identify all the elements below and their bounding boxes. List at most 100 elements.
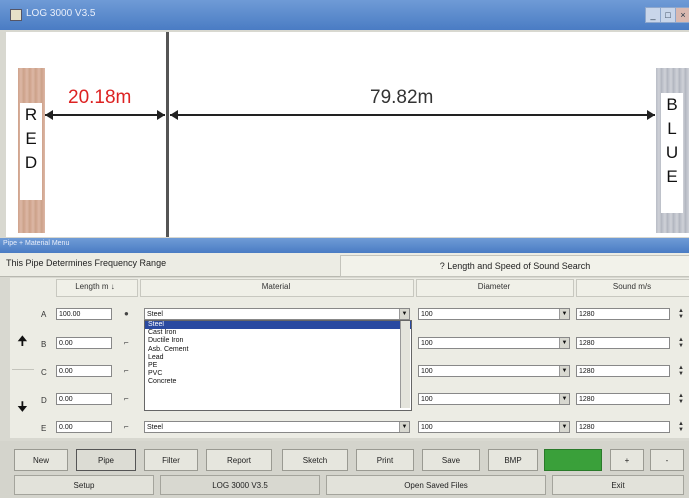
diameter-value: 100 (421, 396, 433, 403)
material-option[interactable]: Concrete (145, 378, 411, 386)
spinner-icon[interactable]: ▲ ▼ (677, 365, 685, 377)
pipe-button[interactable]: Pipe (76, 449, 136, 471)
arrow-left-icon (170, 110, 178, 120)
diameter-value: 100 (421, 424, 433, 431)
length-input-a[interactable]: 100.00 (56, 308, 112, 320)
blue-letter: U (665, 143, 679, 162)
material-select-a[interactable]: Steel ▼ (144, 308, 410, 320)
left-dimension-line (45, 114, 165, 116)
right-distance: 79.82m (370, 87, 434, 108)
material-option[interactable]: Cast Iron (145, 329, 411, 337)
left-distance: 20.18m (68, 87, 132, 108)
length-input-b[interactable]: 0.00 (56, 337, 112, 349)
sound-input-a[interactable]: 1280 (576, 308, 670, 320)
sound-input-d[interactable]: 1280 (576, 393, 670, 405)
diameter-select-c[interactable]: 100 ▼ (418, 365, 570, 377)
material-option[interactable]: PVC (145, 370, 411, 378)
chevron-down-icon[interactable]: ▼ (559, 394, 569, 404)
panel-title: Pipe + Material Menu (3, 240, 70, 247)
close-icon[interactable]: × (675, 7, 689, 23)
material-option[interactable]: PE (145, 362, 411, 370)
row-label: C (41, 368, 47, 377)
divider (12, 369, 34, 370)
material-option[interactable]: Lead (145, 354, 411, 362)
material-dropdown-list[interactable]: Steel Cast Iron Ductile Iron Asb. Cement… (144, 320, 412, 411)
top-window-titlebar (0, 0, 689, 30)
length-input-c[interactable]: 0.00 (56, 365, 112, 377)
run-button[interactable]: Run (544, 449, 602, 471)
leak-position-marker[interactable] (166, 32, 169, 237)
length-input-e[interactable]: 0.00 (56, 421, 112, 433)
arrow-right-icon (647, 110, 655, 120)
open-saved-files-button[interactable]: Open Saved Files (326, 475, 546, 495)
material-option[interactable]: Steel (145, 321, 411, 330)
arrow-up-icon[interactable]: 🠉 (17, 332, 28, 354)
setup-button[interactable]: Setup (14, 475, 154, 495)
row-label: B (41, 340, 47, 349)
window-title: LOG 3000 V3.5 (26, 8, 96, 19)
blue-letter: B (666, 95, 678, 114)
length-speed-search-button[interactable]: ? Length and Speed of Sound Search (340, 255, 689, 277)
spinner-icon[interactable]: ▲ ▼ (677, 393, 685, 405)
header-diameter: Diameter (477, 282, 511, 291)
blue-letter: L (667, 119, 677, 138)
header-sound: Sound m/s (612, 282, 652, 291)
row-label: D (41, 396, 47, 405)
blue-label: B L U E (661, 93, 683, 213)
save-button[interactable]: Save (422, 449, 480, 471)
row-a-radio[interactable]: ● (124, 309, 129, 318)
diameter-select-b[interactable]: 100 ▼ (418, 337, 570, 349)
diameter-value: 100 (421, 368, 433, 375)
correlation-canvas (6, 32, 689, 237)
row-c-radio[interactable]: ⌐ (124, 366, 129, 375)
chevron-down-icon[interactable]: ▼ (559, 422, 569, 432)
chevron-down-icon[interactable]: ▼ (399, 422, 409, 432)
sound-input-e[interactable]: 1280 (576, 421, 670, 433)
material-option[interactable]: Asb. Cement (145, 346, 411, 354)
bmp-button[interactable]: BMP (488, 449, 538, 471)
spinner-icon[interactable]: ▲ ▼ (677, 308, 685, 320)
print-button[interactable]: Print (356, 449, 414, 471)
diameter-select-e[interactable]: 100 ▼ (418, 421, 570, 433)
report-button[interactable]: Report (206, 449, 272, 471)
spinner-icon[interactable]: ▲ ▼ (677, 421, 685, 433)
chevron-down-icon[interactable]: ▼ (399, 309, 409, 319)
panel-titlebar (0, 238, 689, 253)
row-b-radio[interactable]: ⌐ (124, 338, 129, 347)
chevron-down-icon[interactable]: ▼ (559, 309, 569, 319)
diameter-value: 100 (421, 340, 433, 347)
diameter-select-d[interactable]: 100 ▼ (418, 393, 570, 405)
minimize-icon[interactable]: _ (645, 7, 661, 23)
maximize-icon[interactable]: □ (660, 7, 676, 23)
sound-input-c[interactable]: 1280 (576, 365, 670, 377)
row-label: A (41, 310, 47, 319)
chevron-down-icon[interactable]: ▼ (559, 338, 569, 348)
zoom-in-button[interactable]: + (610, 449, 644, 471)
material-value: Steel (147, 424, 163, 431)
length-input-d[interactable]: 0.00 (56, 393, 112, 405)
row-e-radio[interactable]: ⌐ (124, 422, 129, 431)
material-value: Steel (147, 311, 163, 318)
sketch-button[interactable]: Sketch (282, 449, 348, 471)
filter-button[interactable]: Filter (144, 449, 198, 471)
material-option[interactable]: Ductile Iron (145, 337, 411, 345)
chevron-down-icon[interactable]: ▼ (559, 366, 569, 376)
diameter-value: 100 (421, 311, 433, 318)
spinner-icon[interactable]: ▲ ▼ (677, 337, 685, 349)
sound-input-b[interactable]: 1280 (576, 337, 670, 349)
exit-button[interactable]: Exit (552, 475, 684, 495)
material-list-scrollbar[interactable] (400, 321, 410, 408)
new-button[interactable]: New (14, 449, 68, 471)
blue-letter: E (666, 167, 678, 186)
red-letter: D (24, 153, 38, 172)
red-letter: R (24, 105, 38, 124)
header-length: Length m ↓ (75, 282, 115, 291)
zoom-out-button[interactable]: - (650, 449, 684, 471)
material-select-e[interactable]: Steel ▼ (144, 421, 410, 433)
diameter-select-a[interactable]: 100 ▼ (418, 308, 570, 320)
red-letter: E (25, 129, 37, 148)
arrow-down-icon[interactable]: 🠋 (17, 398, 28, 420)
arrow-left-icon (45, 110, 53, 120)
row-d-radio[interactable]: ⌐ (124, 394, 129, 403)
version-label: LOG 3000 V3.5 (160, 475, 320, 495)
